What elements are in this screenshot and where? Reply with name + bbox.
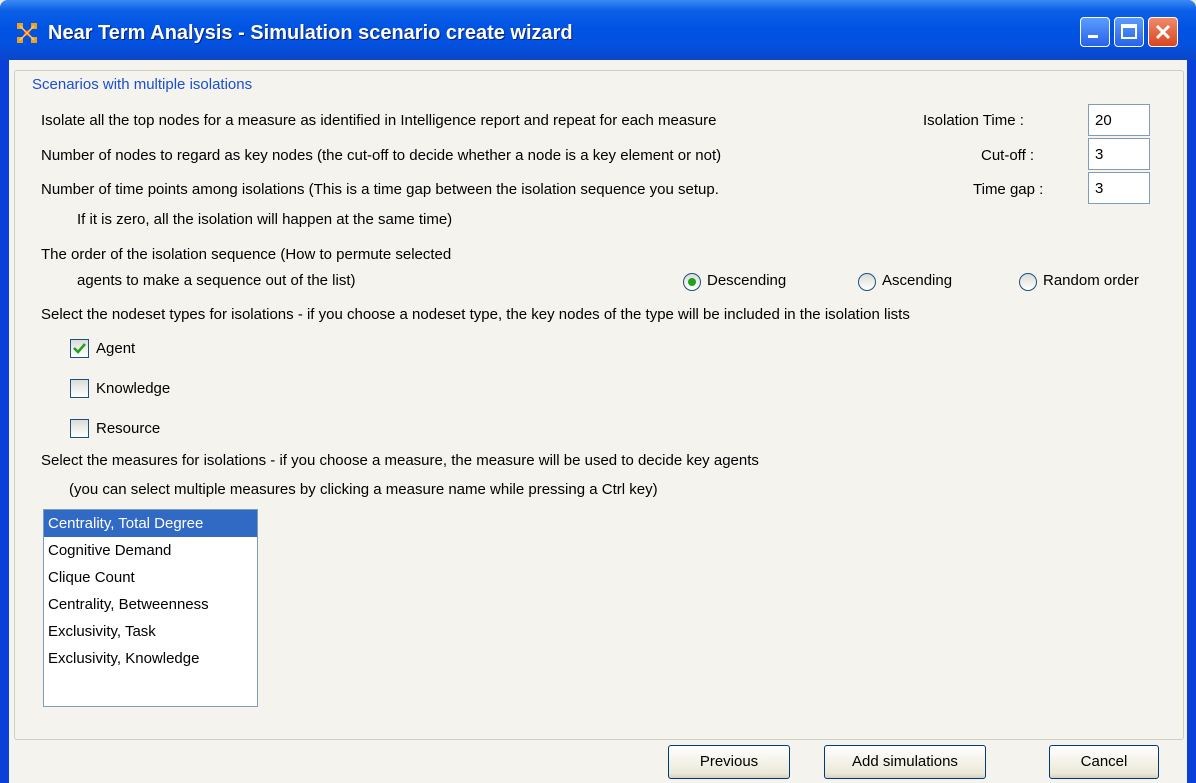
list-item[interactable]: Centrality, Betweenness [44, 591, 257, 618]
maximize-button[interactable] [1114, 17, 1144, 47]
radio-ascending-label: Ascending [882, 272, 953, 289]
checkbox-agent-box[interactable] [70, 339, 89, 358]
checkbox-resource-label: Resource [96, 420, 161, 437]
time-points-note: If it is zero, all the isolation will ha… [77, 211, 453, 228]
cutoff-input[interactable] [1088, 138, 1150, 170]
close-icon [1155, 24, 1171, 40]
isolation-time-label: Isolation Time : [923, 112, 1024, 129]
wizard-client-area: Scenarios with multiple isolations Isola… [9, 60, 1187, 783]
window-title: Near Term Analysis - Simulation scenario… [48, 22, 573, 44]
time-points-description: Number of time points among isolations (… [41, 181, 719, 198]
maximize-icon [1121, 24, 1137, 39]
radio-random-order-label: Random order [1043, 272, 1139, 289]
list-item[interactable]: Exclusivity, Knowledge [44, 645, 257, 672]
radio-selected-dot [688, 278, 696, 286]
time-gap-input[interactable] [1088, 172, 1150, 204]
cancel-button[interactable]: Cancel [1049, 745, 1159, 779]
measures-listbox[interactable]: Centrality, Total Degree Cognitive Deman… [43, 509, 258, 707]
measures-description: Select the measures for isolations - if … [41, 452, 759, 469]
isolate-description: Isolate all the top nodes for a measure … [41, 112, 717, 129]
list-item[interactable]: Centrality, Total Degree [44, 510, 257, 537]
checkbox-knowledge-label: Knowledge [96, 380, 171, 397]
panel-title: Scenarios with multiple isolations [28, 76, 257, 93]
close-button[interactable] [1148, 17, 1178, 47]
minimize-button[interactable] [1080, 17, 1110, 47]
measures-hint: (you can select multiple measures by cli… [69, 481, 658, 498]
radio-descending-label: Descending [707, 272, 787, 289]
wizard-window: Near Term Analysis - Simulation scenario… [0, 0, 1196, 783]
checkbox-agent-label: Agent [96, 340, 136, 357]
radio-random-order-control[interactable] [1019, 273, 1037, 291]
checkmark-icon [73, 343, 86, 354]
app-network-icon [17, 23, 37, 43]
nodeset-description: Select the nodeset types for isolations … [41, 306, 910, 323]
list-item[interactable]: Exclusivity, Task [44, 618, 257, 645]
radio-ascending-control[interactable] [858, 273, 876, 291]
key-nodes-description: Number of nodes to regard as key nodes (… [41, 147, 722, 164]
scenario-panel: Scenarios with multiple isolations Isola… [14, 70, 1184, 740]
order-description-cont: agents to make a sequence out of the lis… [77, 272, 356, 289]
isolation-time-input[interactable] [1088, 104, 1150, 136]
add-simulations-button[interactable]: Add simulations [824, 745, 986, 779]
title-bar[interactable]: Near Term Analysis - Simulation scenario… [0, 0, 1196, 60]
previous-button[interactable]: Previous [668, 745, 790, 779]
checkbox-knowledge-box[interactable] [70, 379, 89, 398]
checkbox-resource-box[interactable] [70, 419, 89, 438]
radio-descending-control[interactable] [683, 273, 701, 291]
list-item[interactable]: Cognitive Demand [44, 537, 257, 564]
order-description: The order of the isolation sequence (How… [41, 246, 452, 263]
cutoff-label: Cut-off : [981, 147, 1035, 164]
list-item[interactable]: Clique Count [44, 564, 257, 591]
minimize-icon [1088, 35, 1098, 38]
time-gap-label: Time gap : [973, 181, 1044, 198]
